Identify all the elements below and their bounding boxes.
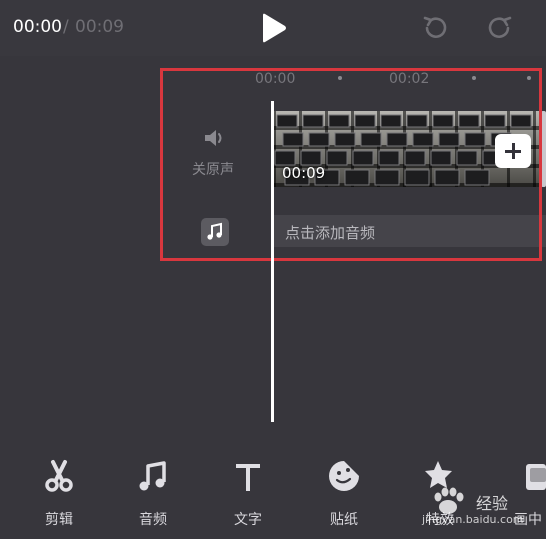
tool-audio[interactable]: 音频: [123, 458, 183, 530]
tool-sticker[interactable]: 贴纸: [314, 458, 374, 530]
playhead[interactable]: [271, 101, 274, 422]
total-duration: 00:09: [75, 17, 124, 37]
sticker-icon: [329, 461, 359, 491]
tool-label: 剪辑: [45, 512, 73, 528]
tool-label: 贴纸: [330, 512, 358, 528]
tool-label: 音频: [139, 512, 167, 528]
add-audio-track[interactable]: 点击添加音频: [273, 215, 546, 247]
mute-original-sound-label[interactable]: 关原声: [192, 159, 234, 179]
time-separator: /: [63, 17, 69, 37]
baidu-jingyan-watermark: 经验 jingyan.baidu.com: [414, 480, 546, 539]
add-audio-label: 点击添加音频: [285, 224, 376, 242]
tool-edit[interactable]: 剪辑: [29, 458, 89, 530]
tool-label: 文字: [234, 512, 262, 528]
plus-icon[interactable]: [495, 134, 531, 168]
ruler-label-0: 00:00: [255, 71, 296, 87]
play-icon[interactable]: [258, 12, 288, 44]
ruler-dot: [527, 76, 531, 80]
speaker-icon[interactable]: [203, 128, 227, 148]
watermark-url: jingyan.baidu.com: [422, 513, 524, 526]
text-t-icon: [236, 464, 260, 491]
ruler-dot: [472, 76, 476, 80]
tool-text[interactable]: 文字: [218, 458, 278, 530]
watermark-brand: 经验: [476, 494, 509, 513]
music-note-icon[interactable]: [201, 218, 229, 246]
scissors-icon: [45, 460, 73, 492]
clip-duration: 00:09: [282, 164, 326, 182]
music-note-icon: [139, 461, 166, 491]
redo-icon[interactable]: [486, 14, 514, 42]
top-bar: 00:00 / 00:09: [0, 0, 546, 56]
undo-icon[interactable]: [421, 14, 449, 42]
current-time: 00:00: [13, 17, 62, 37]
ruler-dot: [338, 76, 342, 80]
clip-trim-handle[interactable]: [541, 111, 546, 187]
ruler-label-1: 00:02: [389, 71, 430, 87]
